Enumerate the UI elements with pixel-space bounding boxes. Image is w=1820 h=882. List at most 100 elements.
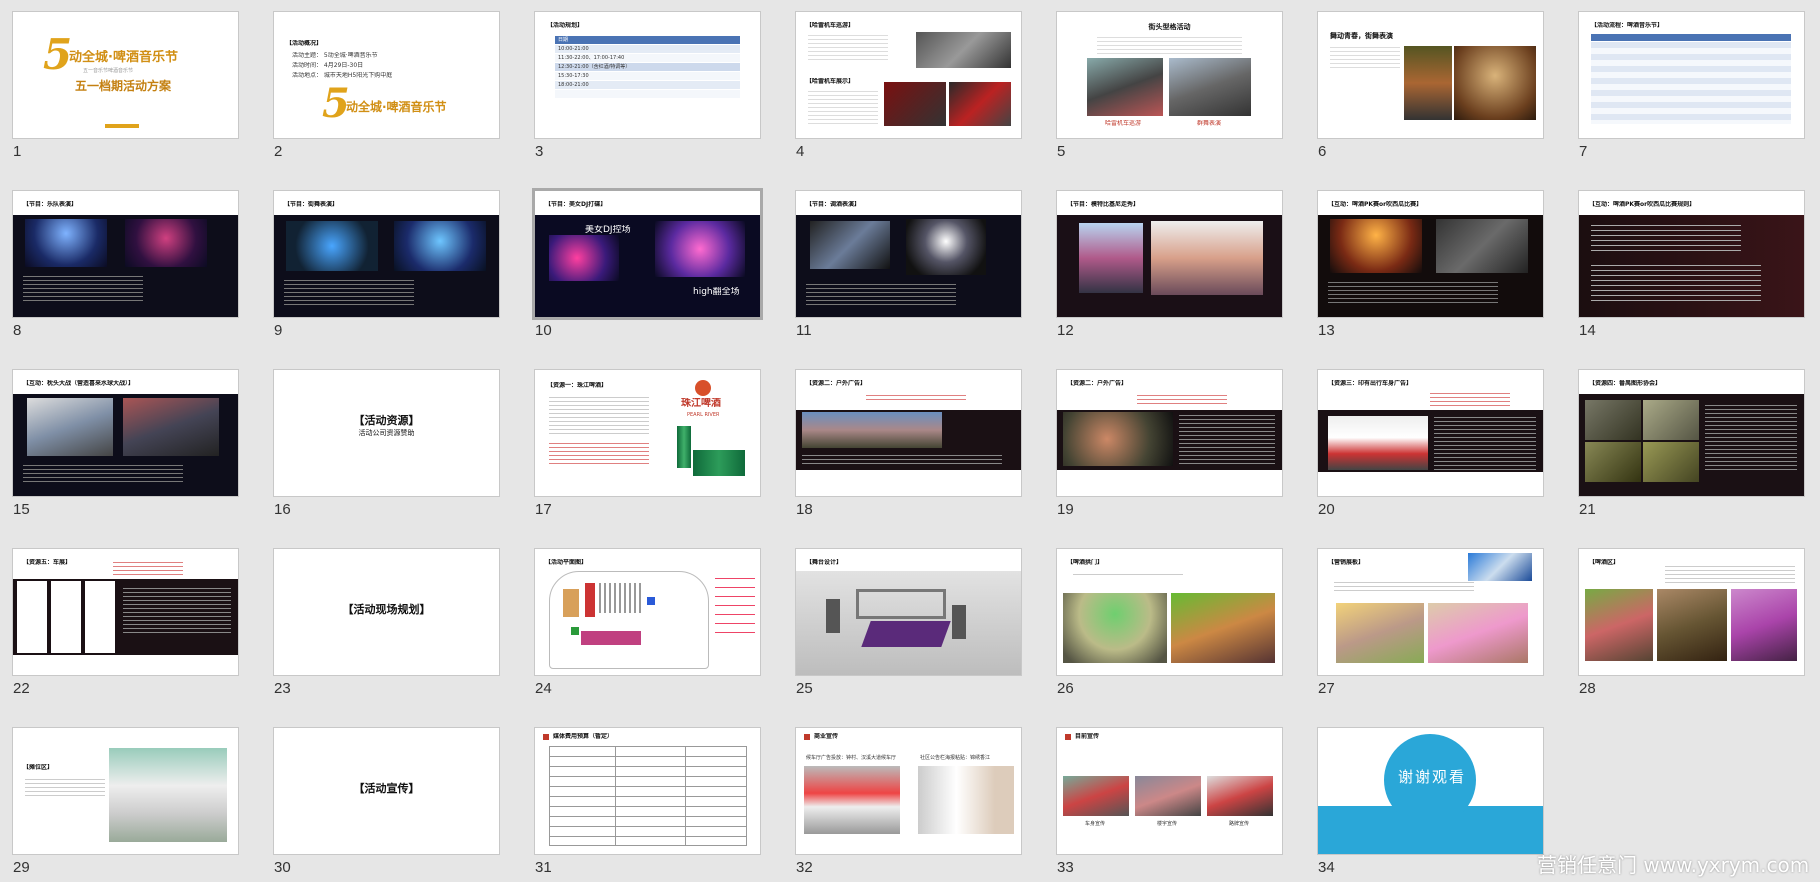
- slide-thumbnail[interactable]: 商业宣传 候车厅广告投放：钟村、汉溪大道候车厅 社区公告栏海报粘贴：锦绣香江: [796, 728, 1021, 854]
- text-block: [808, 32, 888, 62]
- slide-thumbnail[interactable]: 【资源二：户外广告】: [1057, 370, 1282, 496]
- slide-cell[interactable]: 【节目：乐队表演】 8: [13, 191, 238, 370]
- slide-thumbnail[interactable]: 【节目：模特比基尼走秀】: [1057, 191, 1282, 317]
- slide-cell[interactable]: 【活动资源】 活动公司资源赞助 16: [274, 370, 499, 549]
- text-block: [1097, 34, 1242, 56]
- table-divider: [685, 746, 686, 846]
- slide-thumbnail[interactable]: 【营销展板】: [1318, 549, 1543, 675]
- slide-cell[interactable]: 【哈雷机车巡游】 【哈雷机车展示】 4: [796, 12, 1021, 191]
- slide-cell[interactable]: 【活动概况】 活动主题： 5动全城·啤酒音乐节 活动时间： 4月29日-30日 …: [274, 12, 499, 191]
- slide-cell[interactable]: 【营销展板】 27: [1318, 549, 1543, 728]
- slide-thumbnail[interactable]: 5 动全城·啤酒音乐节 五一音乐节啤酒音乐节 五一档期活动方案: [13, 12, 238, 138]
- text-block: [1591, 221, 1741, 255]
- slide-thumbnail[interactable]: 【节目：乐队表演】: [13, 191, 238, 317]
- slide-cell[interactable]: 【资源四：番禺图形协会】 21: [1579, 370, 1804, 549]
- text-block: [808, 88, 878, 126]
- slide-cell[interactable]: 【节目：模特比基尼走秀】 12: [1057, 191, 1282, 370]
- slide-heading: 【哈雷机车巡游】: [806, 22, 855, 29]
- slide-thumbnail[interactable]: 目前宣传 车身宣传 楼宇宣传 路牌宣传: [1057, 728, 1282, 854]
- arch-photo: [1171, 593, 1275, 663]
- slide-thumbnail[interactable]: 【节目：调酒表演】: [796, 191, 1021, 317]
- slide-thumbnail[interactable]: 【舞台设计】: [796, 549, 1021, 675]
- slide-thumbnail[interactable]: 【节目：美女DJ打碟】 美女DJ控场 high翻全场: [535, 191, 760, 317]
- slide-line: 活动时间： 4月29日-30日: [292, 62, 364, 69]
- slide-thumbnail[interactable]: 【资源一：珠江啤酒】 珠江啤酒 PEARL RIVER: [535, 370, 760, 496]
- slide-number: 2: [274, 143, 283, 160]
- photo-caption: 路牌宣传: [1229, 821, 1250, 827]
- slide-number: 16: [274, 501, 291, 518]
- slide-cell[interactable]: 【互动：啤酒PK赛or吹西瓜比赛】 13: [1318, 191, 1543, 370]
- slide-cell[interactable]: 【资源二：户外广告】 18: [796, 370, 1021, 549]
- slide-cell[interactable]: 【节目：调酒表演】 11: [796, 191, 1021, 370]
- slide-cell[interactable]: 【活动宣传】 30: [274, 728, 499, 882]
- slide-thumbnail[interactable]: 舞动青春，街舞表演: [1318, 12, 1543, 138]
- slide-number: 26: [1057, 680, 1074, 697]
- slide-thumbnail[interactable]: 【互动：枕头大战（营造喜来水球大战）】: [13, 370, 238, 496]
- slide-thumbnail[interactable]: 【互动：啤酒PK赛or吹西瓜比赛】: [1318, 191, 1543, 317]
- ad-photo: [1063, 776, 1129, 816]
- slide-cell[interactable]: 【互动：枕头大战（营造喜来水球大战）】 15: [13, 370, 238, 549]
- table-row: 18:00-21:00: [555, 81, 740, 89]
- slide-thumbnail[interactable]: 【啤酒拱门】: [1057, 549, 1282, 675]
- beer-area-photo: [1731, 589, 1797, 661]
- slide-thumbnail[interactable]: 【资源三：印有出行车身广告】: [1318, 370, 1543, 496]
- slide-heading: 媒体费用预算（暂定）: [553, 733, 614, 740]
- brand-logo-icon: [695, 380, 711, 396]
- slide-cell-selected[interactable]: 【节目：美女DJ打碟】 美女DJ控场 high翻全场 10: [535, 191, 760, 370]
- slide-cell[interactable]: 【活动平面图】 24: [535, 549, 760, 728]
- slide-cell[interactable]: 【活动现场规划】 23: [274, 549, 499, 728]
- slide-thumbnail[interactable]: 【活动概况】 活动主题： 5动全城·啤酒音乐节 活动时间： 4月29日-30日 …: [274, 12, 499, 138]
- slide-thumbnail[interactable]: 【活动资源】 活动公司资源赞助: [274, 370, 499, 496]
- slide-cell[interactable]: 舞动青春，街舞表演 6: [1318, 12, 1543, 191]
- slide-cell[interactable]: 【资源一：珠江啤酒】 珠江啤酒 PEARL RIVER 17: [535, 370, 760, 549]
- slide-thumbnail[interactable]: 【活动规划】 日期 10:00-21:00 11:30-22:00、17:00-…: [535, 12, 760, 138]
- text-block: [23, 273, 143, 301]
- beer-case-photo: [693, 450, 745, 476]
- photo-tile: [1585, 400, 1641, 440]
- slide-thumbnail[interactable]: 【资源四：番禺图形协会】: [1579, 370, 1804, 496]
- slide-thumbnail[interactable]: 【节目：街舞表演】: [274, 191, 499, 317]
- slide-thumbnail[interactable]: 谢谢观看: [1318, 728, 1543, 854]
- motorcycle-photo: [949, 82, 1011, 126]
- slide-cell[interactable]: 商业宣传 候车厅广告投放：钟村、汉溪大道候车厅 社区公告栏海报粘贴：锦绣香江 3…: [796, 728, 1021, 882]
- slide-thumbnail[interactable]: 【摊位区】: [13, 728, 238, 854]
- slide-cell[interactable]: 街头型格活动 哈雷机车巡游 群舞表演 5: [1057, 12, 1282, 191]
- slide-thumbnail[interactable]: 【活动流程：啤酒音乐节】: [1579, 12, 1804, 138]
- slide-cell[interactable]: 【节目：街舞表演】 9: [274, 191, 499, 370]
- slide-cell[interactable]: 【互动：啤酒PK赛or吹西瓜比赛规则】 14: [1579, 191, 1804, 370]
- slide-cell[interactable]: 【资源三：印有出行车身广告】 20: [1318, 370, 1543, 549]
- slide-thumbnail[interactable]: 【哈雷机车巡游】 【哈雷机车展示】: [796, 12, 1021, 138]
- slide-cell[interactable]: 媒体费用预算（暂定） 31: [535, 728, 760, 882]
- slide-cell[interactable]: 谢谢观看 34: [1318, 728, 1543, 882]
- slide-thumbnail[interactable]: 【活动宣传】: [274, 728, 499, 854]
- section-title: 【活动现场规划】: [342, 603, 431, 616]
- arch-photo: [1063, 593, 1167, 663]
- slide-cell[interactable]: 【啤酒区】 28: [1579, 549, 1804, 728]
- slide-cell[interactable]: 【资源五：车展】 22: [13, 549, 238, 728]
- slide-cell[interactable]: 【啤酒拱门】 26: [1057, 549, 1282, 728]
- slide-thumbnail[interactable]: 【啤酒区】: [1579, 549, 1804, 675]
- heading-marker: [804, 734, 810, 740]
- slide-thumbnail[interactable]: 【互动：啤酒PK赛or吹西瓜比赛规则】: [1579, 191, 1804, 317]
- slide-cell[interactable]: 5 动全城·啤酒音乐节 五一音乐节啤酒音乐节 五一档期活动方案 1: [13, 12, 238, 191]
- slide-thumbnail[interactable]: 【活动现场规划】: [274, 549, 499, 675]
- slide-heading: 【互动：啤酒PK赛or吹西瓜比赛规则】: [1589, 201, 1696, 208]
- slide-number: 25: [796, 680, 813, 697]
- text-block: [866, 392, 966, 402]
- slide-cell[interactable]: 【资源二：户外广告】 19: [1057, 370, 1282, 549]
- slide-cell[interactable]: 【活动规划】 日期 10:00-21:00 11:30-22:00、17:00-…: [535, 12, 760, 191]
- slide-heading: 【哈雷机车展示】: [806, 78, 855, 85]
- slide-number: 6: [1318, 143, 1327, 160]
- slide-thumbnail[interactable]: 【资源五：车展】: [13, 549, 238, 675]
- slide-thumbnail[interactable]: 【资源二：户外广告】: [796, 370, 1021, 496]
- slide-cell[interactable]: 【摊位区】 29: [13, 728, 238, 882]
- slide-thumbnail[interactable]: 街头型格活动 哈雷机车巡游 群舞表演: [1057, 12, 1282, 138]
- dance-photo: [1404, 46, 1452, 120]
- bartender-photo: [906, 219, 986, 275]
- slide-cell[interactable]: 【活动流程：啤酒音乐节】 7: [1579, 12, 1804, 191]
- slide-heading: 【互动：枕头大战（营造喜来水球大战）】: [23, 380, 135, 387]
- slide-thumbnail[interactable]: 【活动平面图】: [535, 549, 760, 675]
- slide-thumbnail[interactable]: 媒体费用预算（暂定）: [535, 728, 760, 854]
- slide-cell[interactable]: 目前宣传 车身宣传 楼宇宣传 路牌宣传 33: [1057, 728, 1282, 882]
- slide-cell[interactable]: 【舞台设计】 25: [796, 549, 1021, 728]
